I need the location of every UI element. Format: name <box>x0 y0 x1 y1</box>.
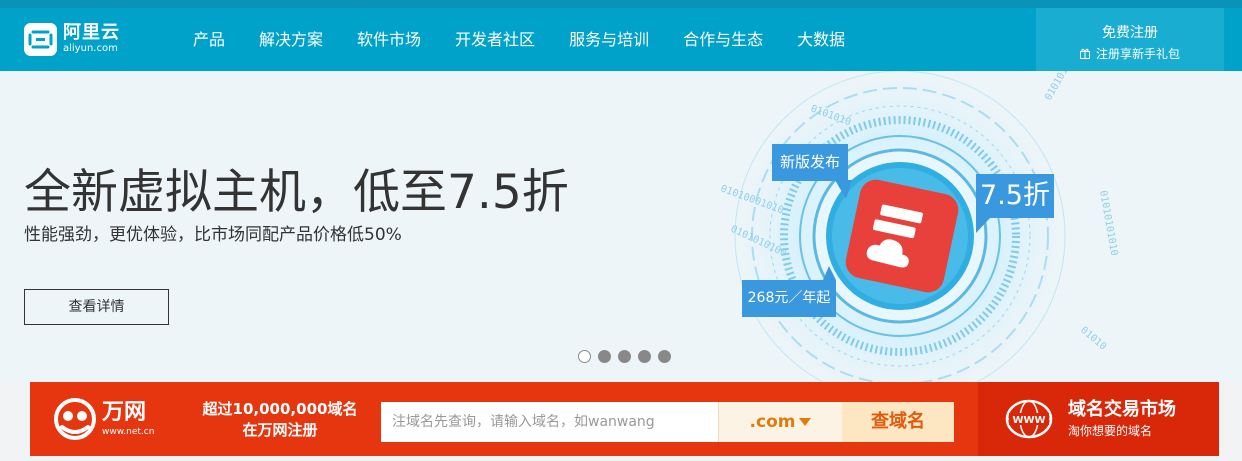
nav-item-partners[interactable]: 合作与生态 <box>666 0 780 71</box>
nav-item-software-market[interactable]: 软件市场 <box>340 0 438 71</box>
domain-market-link[interactable]: WWW 域名交易市场 淘你想要的域名 <box>978 382 1219 456</box>
chevron-down-icon <box>799 418 812 426</box>
svg-text:WWW: WWW <box>1012 415 1045 426</box>
tld-value: .com <box>749 412 796 432</box>
carousel-dots <box>578 350 678 363</box>
register-title: 免费注册 <box>1102 25 1158 41</box>
market-subtitle: 淘你想要的域名 <box>1068 424 1153 438</box>
carousel-dot-4[interactable] <box>638 350 651 363</box>
view-details-button[interactable]: 查看详情 <box>24 289 169 325</box>
hero-banner[interactable]: 全新虚拟主机，低至7.5折 性能强劲，更优体验，比市场同配产品价格低50% 查看… <box>0 71 1242 382</box>
top-navigation-bar: 阿里云 aliyun.com 产品 解决方案 软件市场 开发者社区 服务与培训 … <box>0 0 1242 71</box>
price-tag: 268元／年起 <box>742 280 836 317</box>
free-register-button[interactable]: 免费注册 注册享新手礼包 <box>1036 8 1224 71</box>
discount-tag: 7.5折 <box>976 174 1054 218</box>
wanwang-url: www.net.cn <box>102 426 155 437</box>
main-nav: 产品 解决方案 软件市场 开发者社区 服务与培训 合作与生态 大数据 <box>176 0 862 71</box>
carousel-dot-5[interactable] <box>658 350 671 363</box>
nav-item-big-data[interactable]: 大数据 <box>780 0 862 71</box>
carousel-dot-1[interactable] <box>578 350 591 363</box>
banner-subline: 性能强劲，更优体验，比市场同配产品价格低50% <box>24 225 402 245</box>
svg-text:01010101010: 01010101010 <box>1097 190 1119 257</box>
wanwang-name: 万网 <box>102 399 147 425</box>
wanwang-logo-icon <box>54 398 96 440</box>
aliyun-logo-icon <box>24 22 57 56</box>
server-cloud-icon <box>845 179 959 293</box>
promo-line-1: 超过10,000,000域名 <box>202 400 358 418</box>
nav-item-services-training[interactable]: 服务与培训 <box>552 0 666 71</box>
domain-search-bar: 万网 www.net.cn 超过10,000,000域名 在万网注册 .com … <box>30 382 1219 456</box>
nav-item-solutions[interactable]: 解决方案 <box>242 0 340 71</box>
promo-line-2: 在万网注册 <box>242 421 318 439</box>
nav-item-products[interactable]: 产品 <box>176 0 242 71</box>
register-subtitle: 注册享新手礼包 <box>1095 47 1180 61</box>
wanwang-logo[interactable]: 万网 www.net.cn <box>52 397 154 441</box>
tld-selector[interactable]: .com <box>718 402 842 442</box>
logo-name-en: aliyun.com <box>63 43 118 54</box>
carousel-dot-3[interactable] <box>618 350 631 363</box>
virtual-host-illustration: 01010001010 0101010100 0101010 010101010… <box>715 71 1119 382</box>
domain-search-input[interactable] <box>381 402 718 442</box>
carousel-dot-2[interactable] <box>598 350 611 363</box>
aliyun-logo[interactable]: 阿里云 aliyun.com <box>24 22 134 56</box>
new-release-tag: 新版发布 <box>772 144 848 181</box>
logo-name-cn: 阿里云 <box>63 22 120 43</box>
gift-icon <box>1079 48 1090 59</box>
svg-text:0101010: 0101010 <box>1043 71 1074 103</box>
nav-item-developer-community[interactable]: 开发者社区 <box>438 0 552 71</box>
banner-headline: 全新虚拟主机，低至7.5折 <box>24 165 569 220</box>
page-bottom-strip <box>0 456 1242 461</box>
domain-promo: 超过10,000,000域名 在万网注册 <box>202 399 358 441</box>
query-domain-button[interactable]: 查域名 <box>842 402 954 442</box>
svg-text:01010: 01010 <box>1078 325 1108 353</box>
market-title: 域名交易市场 <box>1068 399 1176 420</box>
www-globe-icon: WWW <box>1005 399 1053 439</box>
